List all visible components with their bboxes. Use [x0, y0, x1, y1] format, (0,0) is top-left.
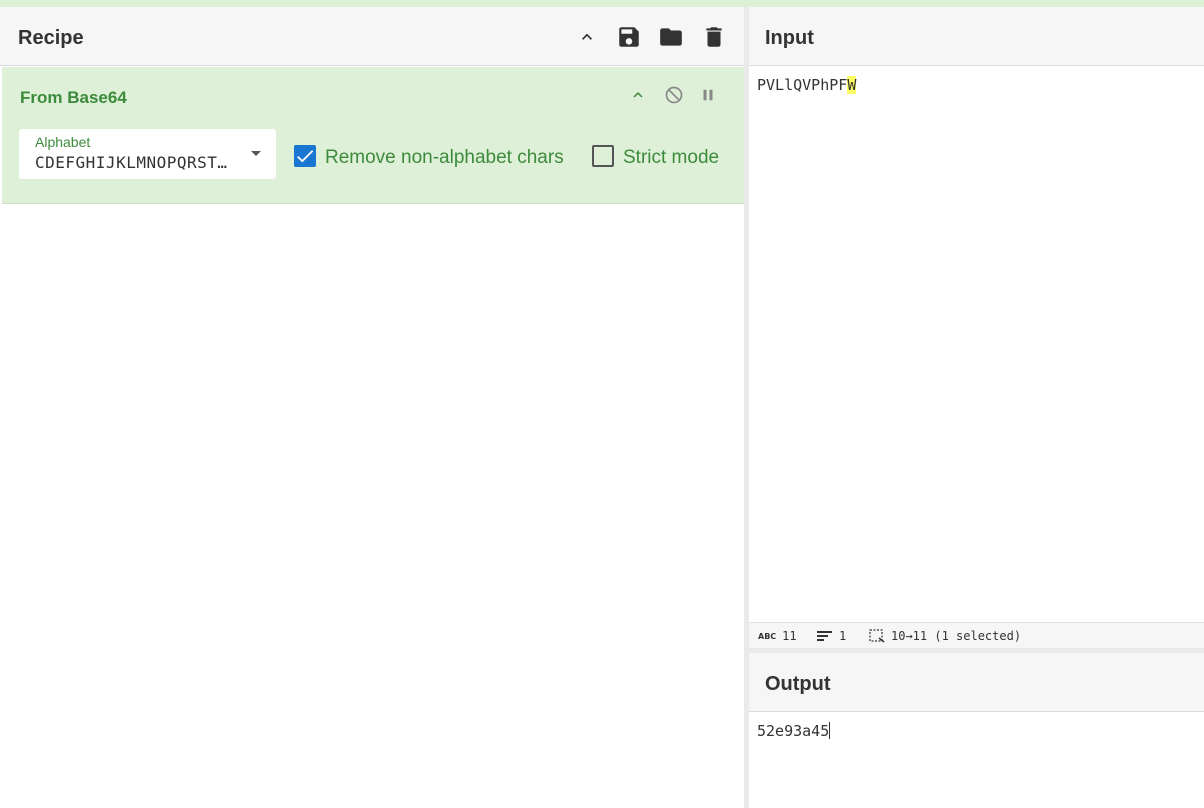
selection-stat: 10→11 (1 selected) — [869, 629, 1021, 643]
caret-down-icon — [251, 151, 261, 156]
trash-icon[interactable] — [701, 24, 727, 50]
abc-icon: ABC — [758, 631, 777, 641]
lines-icon — [817, 631, 832, 641]
folder-icon[interactable] — [658, 24, 684, 50]
top-strip — [0, 0, 1204, 7]
length-value: 11 — [782, 629, 797, 643]
lines-value: 1 — [839, 629, 847, 643]
save-icon[interactable] — [616, 24, 642, 50]
remove-non-alphabet-checkbox[interactable] — [294, 145, 316, 167]
operation-title: From Base64 — [20, 88, 127, 107]
input-status-bar: ABC 11 1 10→11 (1 selected) — [749, 622, 1204, 648]
remove-non-alphabet-label[interactable]: Remove non-alphabet chars — [325, 147, 564, 169]
recipe-header: Recipe — [0, 7, 744, 66]
input-selected-text: W — [847, 76, 857, 94]
text-cursor — [829, 722, 831, 739]
input-text: PVLlQVPhPF — [757, 76, 848, 94]
output-textarea[interactable]: 52e93a45 — [757, 722, 831, 740]
input-header: Input — [749, 7, 1204, 66]
alphabet-label: Alphabet — [35, 134, 91, 150]
chevron-up-icon[interactable] — [626, 83, 650, 107]
selection-value: 10→11 (1 selected) — [891, 629, 1022, 643]
lines-stat: 1 — [817, 629, 846, 643]
output-header: Output — [749, 653, 1204, 712]
disable-icon[interactable] — [662, 83, 686, 107]
alphabet-value: CDEFGHIJKLMNOPQRSTUVWXYZabcdefghijklmnop… — [35, 153, 230, 172]
recipe-pane: Recipe From Base64 Alphabet CDEFGHIJKLMN… — [0, 7, 744, 808]
chevron-up-icon[interactable] — [574, 24, 600, 50]
length-stat: ABC 11 — [758, 629, 797, 643]
recipe-title: Recipe — [18, 27, 84, 49]
input-textarea[interactable]: PVLlQVPhPFW — [757, 76, 857, 94]
selection-icon — [869, 629, 885, 643]
output-title: Output — [765, 673, 831, 695]
output-text: 52e93a45 — [757, 722, 830, 740]
strict-mode-label[interactable]: Strict mode — [623, 147, 719, 169]
input-title: Input — [765, 27, 814, 49]
from-base64-operation: From Base64 Alphabet CDEFGHIJKLMNOPQRSTU… — [2, 67, 744, 204]
pause-icon[interactable] — [696, 83, 720, 107]
strict-mode-checkbox[interactable] — [592, 145, 614, 167]
alphabet-dropdown[interactable]: Alphabet CDEFGHIJKLMNOPQRSTUVWXYZabcdefg… — [19, 129, 276, 179]
